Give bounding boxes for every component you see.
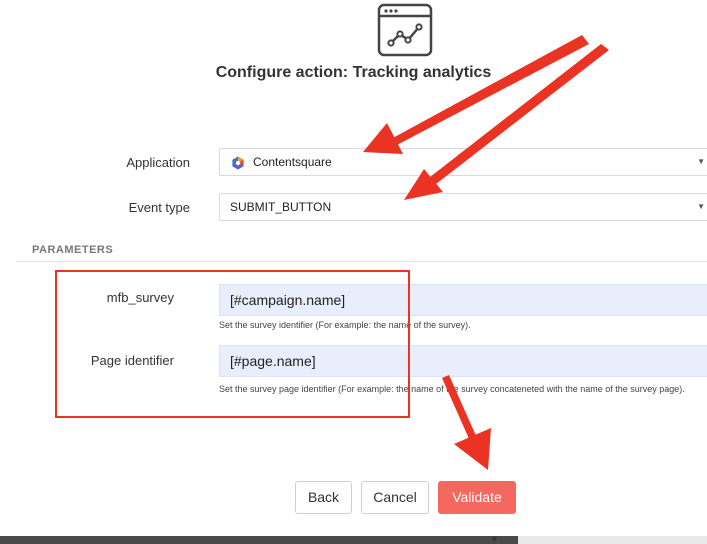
annotation-arrow-icon [391, 35, 589, 146]
annotation-arrow-icon [430, 44, 609, 184]
annotation-arrows [363, 35, 609, 470]
annotation-arrow-icon [442, 375, 477, 441]
